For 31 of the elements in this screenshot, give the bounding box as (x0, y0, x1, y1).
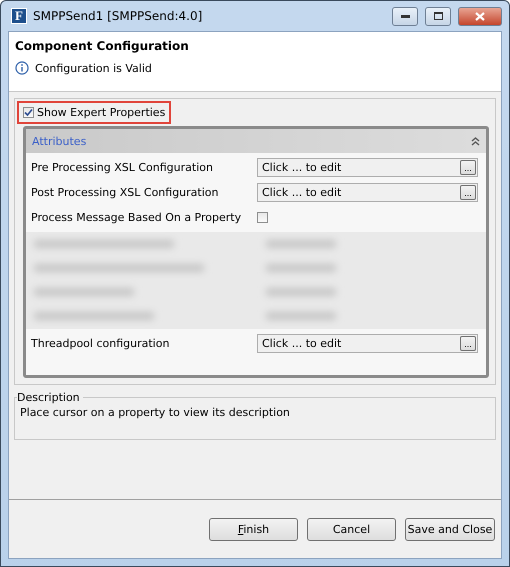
app-icon: F (11, 8, 27, 24)
dialog-button[interactable]: Save and Close (405, 518, 495, 540)
section-title: Attributes (32, 134, 86, 148)
property-editor-field[interactable]: Click ... to edit ... (257, 158, 478, 177)
property-label: Pre Processing XSL Configuration (30, 161, 214, 174)
close-button[interactable] (458, 6, 502, 26)
minimize-icon (400, 14, 410, 18)
property-label: Process Message Based On a Property (30, 211, 242, 224)
maximize-button[interactable] (425, 6, 451, 26)
browse-button[interactable]: ... (460, 185, 476, 200)
property-editor-field[interactable]: Click ... to edit ... (257, 183, 478, 202)
maximize-icon (434, 12, 442, 20)
property-editor-field[interactable]: Click ... to edit ... (257, 334, 478, 353)
info-icon (15, 61, 29, 75)
collapse-icon[interactable] (471, 136, 480, 146)
property-label: Threadpool configuration (30, 337, 170, 350)
window-title: SMPPSend1 [SMPPSend:4.0] (33, 9, 204, 23)
dialog-button[interactable]: Finish (209, 518, 298, 540)
dialog-title: Component Configuration (15, 39, 190, 53)
checkbox-label: Show Expert Properties (37, 106, 166, 119)
expert-checkbox[interactable] (23, 107, 34, 118)
minimize-button[interactable] (392, 6, 418, 26)
group-title: Description (17, 391, 81, 404)
browse-button[interactable]: ... (460, 160, 476, 175)
close-icon (475, 12, 485, 20)
dialog-button[interactable]: Cancel (307, 518, 396, 540)
status-message: Configuration is Valid (35, 62, 152, 74)
browse-button[interactable]: ... (460, 336, 476, 351)
description-text: Place cursor on a property to view its description (20, 406, 290, 419)
property-label: Post Processing XSL Configuration (30, 186, 220, 199)
property-checkbox[interactable] (257, 212, 268, 223)
